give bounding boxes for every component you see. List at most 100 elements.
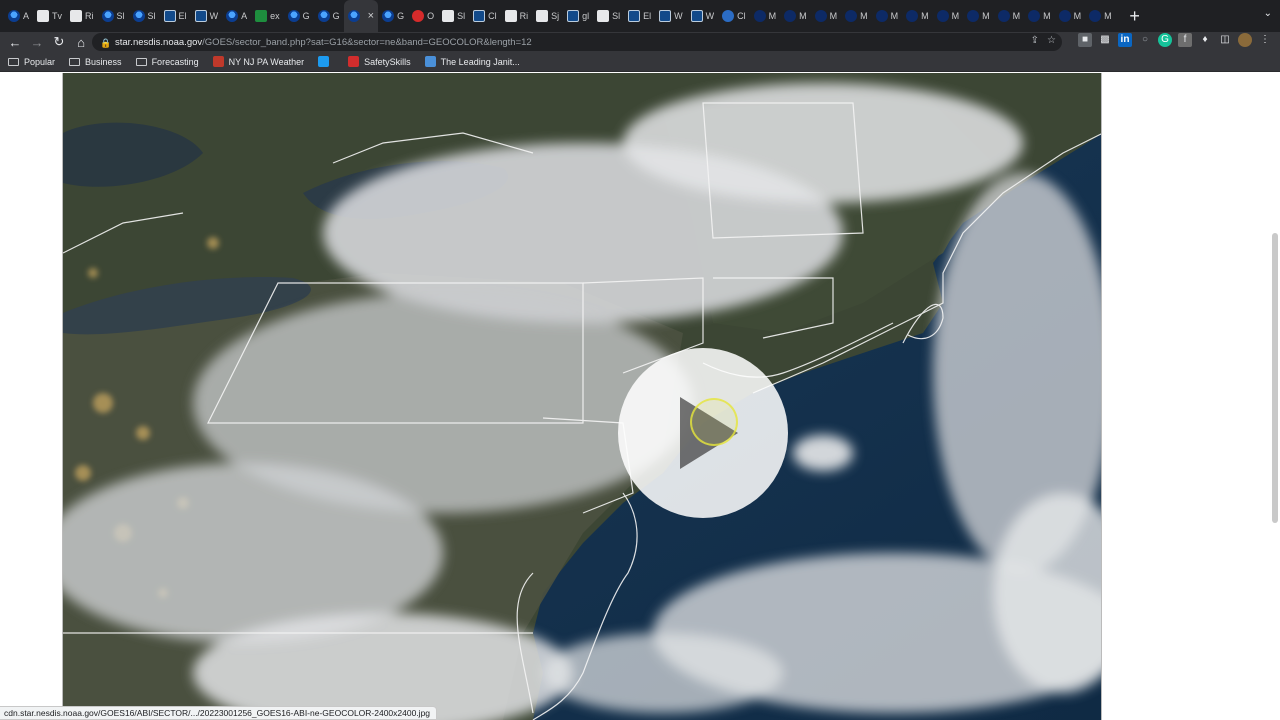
browser-tab[interactable]: El bbox=[160, 0, 191, 32]
browser-tab[interactable]: M bbox=[872, 0, 903, 32]
bookmark-star-icon[interactable]: ☆ bbox=[1047, 35, 1056, 46]
back-arrow-icon[interactable]: ← bbox=[4, 32, 26, 52]
browser-tab[interactable]: Sl bbox=[593, 0, 624, 32]
tab-favicon-icon bbox=[845, 10, 858, 22]
bookmark-label: The Leading Janit... bbox=[440, 56, 520, 67]
browser-tab[interactable]: M bbox=[811, 0, 842, 32]
tab-favicon-icon bbox=[597, 10, 610, 22]
tab-favicon-icon bbox=[194, 10, 207, 22]
browser-tab[interactable]: Sj bbox=[532, 0, 563, 32]
tab-label: M bbox=[799, 11, 807, 21]
browser-tab[interactable]: M bbox=[1085, 0, 1116, 32]
address-bar[interactable]: 🔒 star.nesdis.noaa.gov/GOES/sector_band.… bbox=[92, 33, 1062, 51]
browser-tab[interactable]: M bbox=[1024, 0, 1055, 32]
site-favicon-icon bbox=[212, 56, 224, 67]
tab-strip: A Tv Ri Sl Sl El W Aex G G × G O Sl Cl Ri Sj gl Sl El W W Cl M M… bbox=[0, 0, 1280, 32]
browser-tab[interactable]: W bbox=[687, 0, 719, 32]
browser-tab[interactable]: M bbox=[841, 0, 872, 32]
browser-tab[interactable]: Ri bbox=[501, 0, 533, 32]
tab-label: M bbox=[921, 11, 929, 21]
reload-icon[interactable]: ↻ bbox=[48, 32, 70, 52]
browser-tab[interactable]: M bbox=[933, 0, 964, 32]
tab-label: O bbox=[427, 11, 435, 21]
extension-icon[interactable]: ■ bbox=[1078, 33, 1092, 47]
browser-tab[interactable]: Sl bbox=[129, 0, 160, 32]
browser-tab[interactable]: Cl bbox=[718, 0, 750, 32]
browser-tab[interactable]: M bbox=[780, 0, 811, 32]
browser-tab[interactable]: ex bbox=[251, 0, 284, 32]
bookmark-link[interactable]: SafetySkills bbox=[348, 56, 411, 67]
tab-label: El bbox=[643, 11, 652, 21]
site-favicon-icon bbox=[424, 56, 436, 67]
linkedin-icon[interactable]: in bbox=[1118, 33, 1132, 47]
browser-tab[interactable]: × bbox=[343, 0, 379, 32]
browser-tab[interactable]: M bbox=[994, 0, 1025, 32]
browser-tab[interactable]: Sl bbox=[98, 0, 129, 32]
bookmark-link[interactable] bbox=[318, 56, 334, 67]
browser-tab[interactable]: El bbox=[624, 0, 655, 32]
tab-favicon-icon bbox=[967, 10, 980, 22]
browser-tab[interactable]: M bbox=[1055, 0, 1086, 32]
bookmark-folder[interactable]: Forecasting bbox=[135, 57, 199, 67]
tab-label: M bbox=[860, 11, 868, 21]
forward-arrow-icon[interactable]: → bbox=[26, 32, 48, 52]
browser-tab[interactable]: G bbox=[378, 0, 408, 32]
home-icon[interactable]: ⌂ bbox=[70, 32, 92, 52]
browser-tab[interactable]: Ri bbox=[66, 0, 98, 32]
tab-favicon-icon bbox=[875, 10, 888, 22]
bookmark-link[interactable]: NY NJ PA Weather bbox=[212, 56, 305, 67]
tab-favicon-icon bbox=[412, 10, 425, 22]
browser-tab[interactable]: Sl bbox=[438, 0, 469, 32]
extension-icon[interactable]: ▩ bbox=[1098, 33, 1112, 47]
satellite-image[interactable] bbox=[62, 73, 1102, 720]
menu-icon[interactable]: ⋮ bbox=[1258, 33, 1272, 47]
bookmark-link[interactable]: The Leading Janit... bbox=[424, 56, 520, 67]
browser-tab[interactable]: G bbox=[314, 0, 344, 32]
tab-favicon-icon bbox=[784, 10, 797, 22]
close-tab-icon[interactable]: × bbox=[368, 10, 374, 22]
tab-label: Cl bbox=[488, 11, 497, 21]
tab-label: M bbox=[890, 11, 899, 21]
browser-tab[interactable]: A bbox=[222, 0, 251, 32]
tab-favicon-icon bbox=[753, 10, 766, 22]
new-tab-button[interactable]: + bbox=[1122, 6, 1148, 27]
tab-label: M bbox=[768, 11, 777, 21]
grammarly-icon[interactable]: G bbox=[1158, 33, 1172, 47]
tab-favicon-icon bbox=[442, 10, 455, 22]
browser-tab[interactable]: gl bbox=[563, 0, 593, 32]
tab-label: Sl bbox=[116, 11, 125, 21]
browser-tab[interactable]: M bbox=[750, 0, 781, 32]
browser-tab[interactable]: W bbox=[655, 0, 687, 32]
extension-icon[interactable]: f bbox=[1178, 33, 1192, 47]
tab-label: M bbox=[1104, 11, 1112, 21]
bookmark-label: Business bbox=[85, 56, 122, 67]
tab-favicon-icon bbox=[287, 10, 300, 22]
share-icon[interactable]: ⇪ bbox=[1031, 35, 1039, 46]
tab-label: M bbox=[1073, 11, 1082, 21]
folder-icon bbox=[135, 57, 147, 66]
tab-favicon-icon bbox=[906, 10, 919, 22]
folder-icon bbox=[8, 57, 19, 66]
browser-tab[interactable]: M bbox=[902, 0, 933, 32]
browser-tab[interactable]: M bbox=[963, 0, 994, 32]
browser-tab[interactable]: W bbox=[191, 0, 223, 32]
site-favicon-icon bbox=[318, 56, 330, 67]
browser-tab[interactable]: Tv bbox=[33, 0, 66, 32]
puzzle-icon[interactable]: ♦ bbox=[1198, 33, 1212, 47]
avatar[interactable] bbox=[1238, 33, 1252, 47]
bookmark-folder[interactable]: Business bbox=[69, 57, 122, 67]
browser-tab[interactable]: Cl bbox=[469, 0, 501, 32]
bookmark-label: NY NJ PA Weather bbox=[228, 56, 305, 67]
browser-tab[interactable]: A bbox=[4, 0, 33, 32]
browser-tab[interactable]: G bbox=[284, 0, 314, 32]
browser-tab[interactable]: O bbox=[408, 0, 438, 32]
sidebar-icon[interactable]: ◫ bbox=[1218, 33, 1232, 47]
scrollbar[interactable] bbox=[1272, 233, 1278, 523]
tab-favicon-icon bbox=[536, 10, 549, 22]
bookmarks-bar: Popular Business Forecasting NY NJ PA Weath… bbox=[0, 52, 1280, 72]
extension-icon[interactable]: ○ bbox=[1138, 33, 1152, 47]
tab-favicon-icon bbox=[473, 10, 486, 22]
tab-search-icon[interactable]: ⌄ bbox=[1264, 8, 1272, 19]
tab-favicon-icon bbox=[690, 10, 703, 22]
bookmark-folder[interactable]: Popular bbox=[8, 57, 55, 67]
